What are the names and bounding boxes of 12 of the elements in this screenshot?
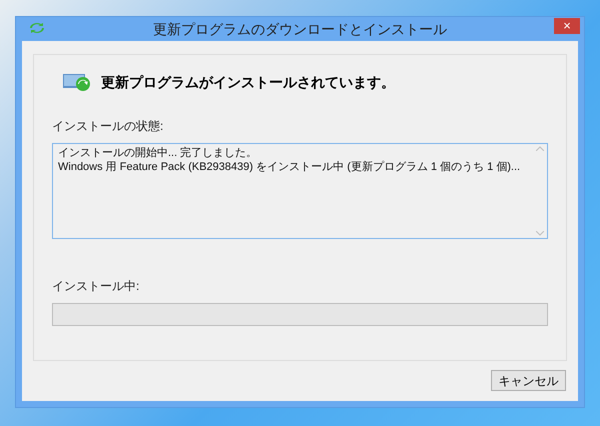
log-line: インストールの開始中... 完了しました。 bbox=[58, 146, 258, 160]
update-icon bbox=[30, 23, 44, 33]
scroll-up-icon[interactable] bbox=[536, 146, 544, 151]
log-line: Windows 用 Feature Pack (KB2938439) をインストール中 (更新プログラム 1 個のうち 1 個)... bbox=[58, 160, 522, 174]
scroll-down-icon[interactable] bbox=[536, 231, 544, 236]
close-button[interactable]: × bbox=[554, 18, 580, 34]
update-icon bbox=[63, 72, 91, 92]
cancel-button[interactable]: キャンセル bbox=[491, 370, 566, 391]
window-title: 更新プログラムのダウンロードとインストール bbox=[153, 20, 447, 38]
status-label: インストールの状態: bbox=[52, 118, 164, 135]
heading-text: 更新プログラムがインストールされています。 bbox=[101, 72, 395, 92]
progress-label: インストール中: bbox=[52, 278, 140, 295]
